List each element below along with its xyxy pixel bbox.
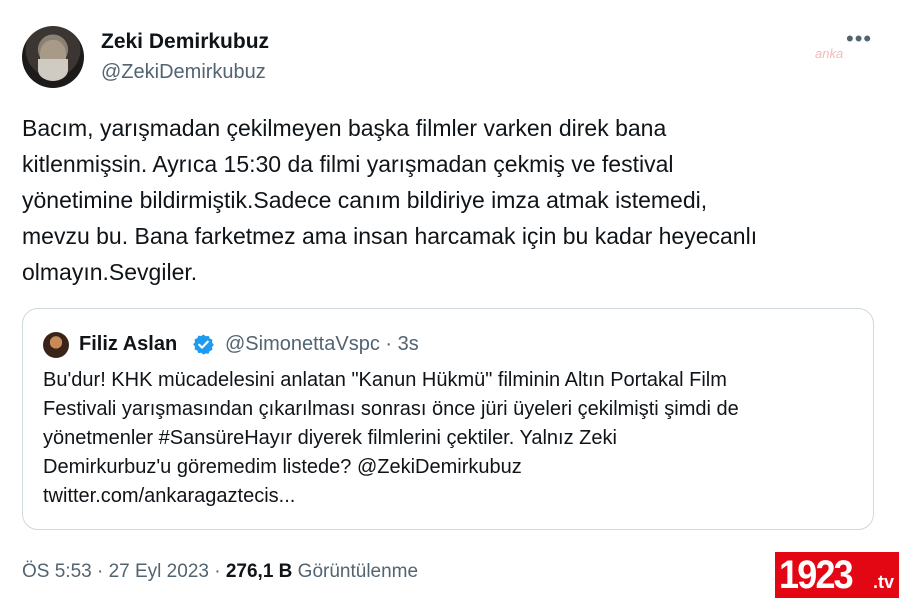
logo-number: 1923 [779, 553, 854, 597]
quote-avatar[interactable] [43, 332, 69, 358]
watermark: anka [815, 46, 844, 61]
author-name[interactable]: Zeki Demirkubuz [101, 30, 269, 54]
avatar-beard [38, 59, 68, 81]
quote-handle-time[interactable]: @SimonettaVspc · 3s [225, 333, 419, 356]
author-handle[interactable]: @ZekiDemirkubuz [101, 61, 266, 84]
quote-text: Bu'dur! KHK mücadelesini anlatan "Kanun … [43, 369, 739, 507]
brand-logo: 1923 .tv [775, 552, 899, 598]
tweet-text: Bacım, yarışmadan çekilmeyen başka filml… [22, 115, 758, 285]
views-count: 276,1 B [225, 561, 293, 582]
tweet-time-date[interactable]: ÖS 5:53 · 27 Eyl 2023 · [22, 561, 226, 582]
verified-badge-icon [193, 334, 214, 355]
logo-suffix: .tv [873, 572, 895, 592]
more-dots-icon[interactable]: ••• [846, 26, 872, 52]
tweet-meta: ÖS 5:53 · 27 Eyl 2023 · 276,1 B Görüntül… [22, 561, 418, 583]
author-avatar[interactable] [22, 26, 84, 88]
views-label: Görüntülenme [292, 561, 419, 582]
quoted-tweet[interactable]: Filiz Aslan @SimonettaVspc · 3s Bu'dur! … [22, 308, 874, 530]
quote-author-name[interactable]: Filiz Aslan [79, 333, 177, 356]
